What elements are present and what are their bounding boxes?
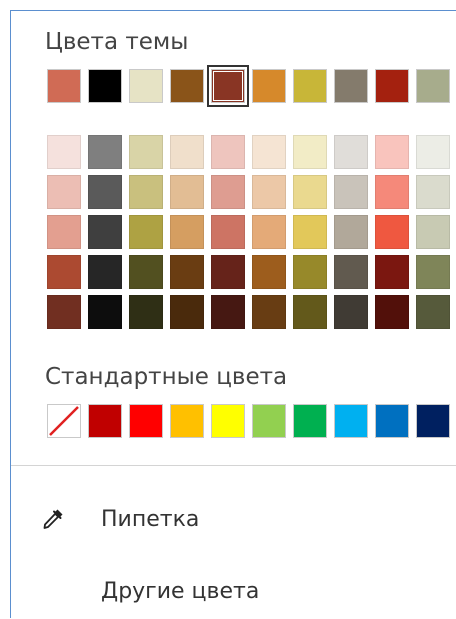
tint-swatch-r5-c1[interactable] xyxy=(47,295,81,329)
tint-swatch-r5-c10[interactable] xyxy=(416,295,450,329)
divider xyxy=(11,465,456,466)
theme-colors-base-row xyxy=(47,65,456,107)
tint-swatch-r4-c7[interactable] xyxy=(293,255,327,289)
tint-swatch-r2-c3[interactable] xyxy=(129,175,163,209)
standard-color-green[interactable] xyxy=(293,404,327,438)
tint-swatch-r3-c5[interactable] xyxy=(211,215,245,249)
tint-swatch-r4-c6[interactable] xyxy=(252,255,286,289)
theme-color-swatch-2[interactable] xyxy=(88,69,122,103)
theme-color-swatch-3[interactable] xyxy=(129,69,163,103)
tint-swatch-r5-c6[interactable] xyxy=(252,295,286,329)
tint-swatch-r1-c2[interactable] xyxy=(88,135,122,169)
theme-color-swatch-1[interactable] xyxy=(47,69,81,103)
tint-swatch-r4-c4[interactable] xyxy=(170,255,204,289)
tint-swatch-r4-c8[interactable] xyxy=(334,255,368,289)
tint-swatch-r4-c1[interactable] xyxy=(47,255,81,289)
tint-swatch-r1-c8[interactable] xyxy=(334,135,368,169)
standard-colors-title: Стандартные цвета xyxy=(45,364,288,390)
standard-color-orange[interactable] xyxy=(170,404,204,438)
tint-swatch-r1-c4[interactable] xyxy=(170,135,204,169)
tint-swatch-r3-c2[interactable] xyxy=(88,215,122,249)
tint-swatch-r5-c8[interactable] xyxy=(334,295,368,329)
tint-swatch-r2-c10[interactable] xyxy=(416,175,450,209)
eyedropper-menu-item[interactable]: Пипетка xyxy=(11,491,456,547)
tint-swatch-r1-c9[interactable] xyxy=(375,135,409,169)
theme-color-swatch-5[interactable] xyxy=(207,65,249,107)
standard-color-light-green[interactable] xyxy=(252,404,286,438)
theme-colors-title: Цвета темы xyxy=(45,29,189,55)
theme-color-swatch-4[interactable] xyxy=(170,69,204,103)
tint-swatch-r5-c3[interactable] xyxy=(129,295,163,329)
tint-swatch-r1-c10[interactable] xyxy=(416,135,450,169)
tint-swatch-r1-c5[interactable] xyxy=(211,135,245,169)
standard-color-dark-red[interactable] xyxy=(88,404,122,438)
theme-color-swatch-9[interactable] xyxy=(375,69,409,103)
tint-swatch-r5-c5[interactable] xyxy=(211,295,245,329)
theme-color-swatch-6[interactable] xyxy=(252,69,286,103)
eyedropper-label: Пипетка xyxy=(101,506,200,532)
standard-color-yellow[interactable] xyxy=(211,404,245,438)
tint-swatch-r4-c5[interactable] xyxy=(211,255,245,289)
tint-swatch-r4-c10[interactable] xyxy=(416,255,450,289)
standard-colors-row xyxy=(47,404,456,438)
tint-row-3 xyxy=(47,215,456,249)
tint-swatch-r2-c7[interactable] xyxy=(293,175,327,209)
tint-swatch-r3-c8[interactable] xyxy=(334,215,368,249)
tint-swatch-r4-c2[interactable] xyxy=(88,255,122,289)
tint-swatch-r2-c4[interactable] xyxy=(170,175,204,209)
tint-swatch-r5-c7[interactable] xyxy=(293,295,327,329)
color-picker-panel: Цвета темы Стандартные цвета Пипетка Дру… xyxy=(10,10,456,618)
standard-color-red[interactable] xyxy=(129,404,163,438)
tint-swatch-r1-c7[interactable] xyxy=(293,135,327,169)
tint-swatch-r3-c7[interactable] xyxy=(293,215,327,249)
tint-swatch-r3-c9[interactable] xyxy=(375,215,409,249)
tint-row-5 xyxy=(47,295,456,329)
tint-swatch-r2-c2[interactable] xyxy=(88,175,122,209)
standard-color-no-color[interactable] xyxy=(47,404,81,438)
tint-swatch-r4-c9[interactable] xyxy=(375,255,409,289)
more-colors-label: Другие цвета xyxy=(101,578,260,604)
tint-swatch-r5-c2[interactable] xyxy=(88,295,122,329)
standard-color-dark-blue[interactable] xyxy=(416,404,450,438)
tint-swatch-r5-c9[interactable] xyxy=(375,295,409,329)
tint-swatch-r3-c4[interactable] xyxy=(170,215,204,249)
tint-swatch-r1-c6[interactable] xyxy=(252,135,286,169)
tint-swatch-r2-c1[interactable] xyxy=(47,175,81,209)
tint-swatch-r2-c8[interactable] xyxy=(334,175,368,209)
tint-swatch-r2-c5[interactable] xyxy=(211,175,245,209)
standard-color-blue[interactable] xyxy=(375,404,409,438)
tint-swatch-r5-c4[interactable] xyxy=(170,295,204,329)
eyedropper-icon xyxy=(41,507,65,531)
theme-color-swatch-8[interactable] xyxy=(334,69,368,103)
tint-swatch-r1-c3[interactable] xyxy=(129,135,163,169)
more-colors-menu-item[interactable]: Другие цвета xyxy=(11,563,456,619)
tint-row-4 xyxy=(47,255,456,289)
tint-swatch-r2-c6[interactable] xyxy=(252,175,286,209)
tint-swatch-r2-c9[interactable] xyxy=(375,175,409,209)
tint-row-1 xyxy=(47,135,456,169)
tint-swatch-r1-c1[interactable] xyxy=(47,135,81,169)
tint-swatch-r3-c3[interactable] xyxy=(129,215,163,249)
theme-colors-tint-grid xyxy=(47,135,456,335)
tint-row-2 xyxy=(47,175,456,209)
standard-color-light-blue[interactable] xyxy=(334,404,368,438)
no-color-slash-icon xyxy=(49,406,79,436)
tint-swatch-r3-c10[interactable] xyxy=(416,215,450,249)
theme-color-swatch-10[interactable] xyxy=(416,69,450,103)
tint-swatch-r3-c1[interactable] xyxy=(47,215,81,249)
tint-swatch-r3-c6[interactable] xyxy=(252,215,286,249)
theme-color-swatch-7[interactable] xyxy=(293,69,327,103)
tint-swatch-r4-c3[interactable] xyxy=(129,255,163,289)
